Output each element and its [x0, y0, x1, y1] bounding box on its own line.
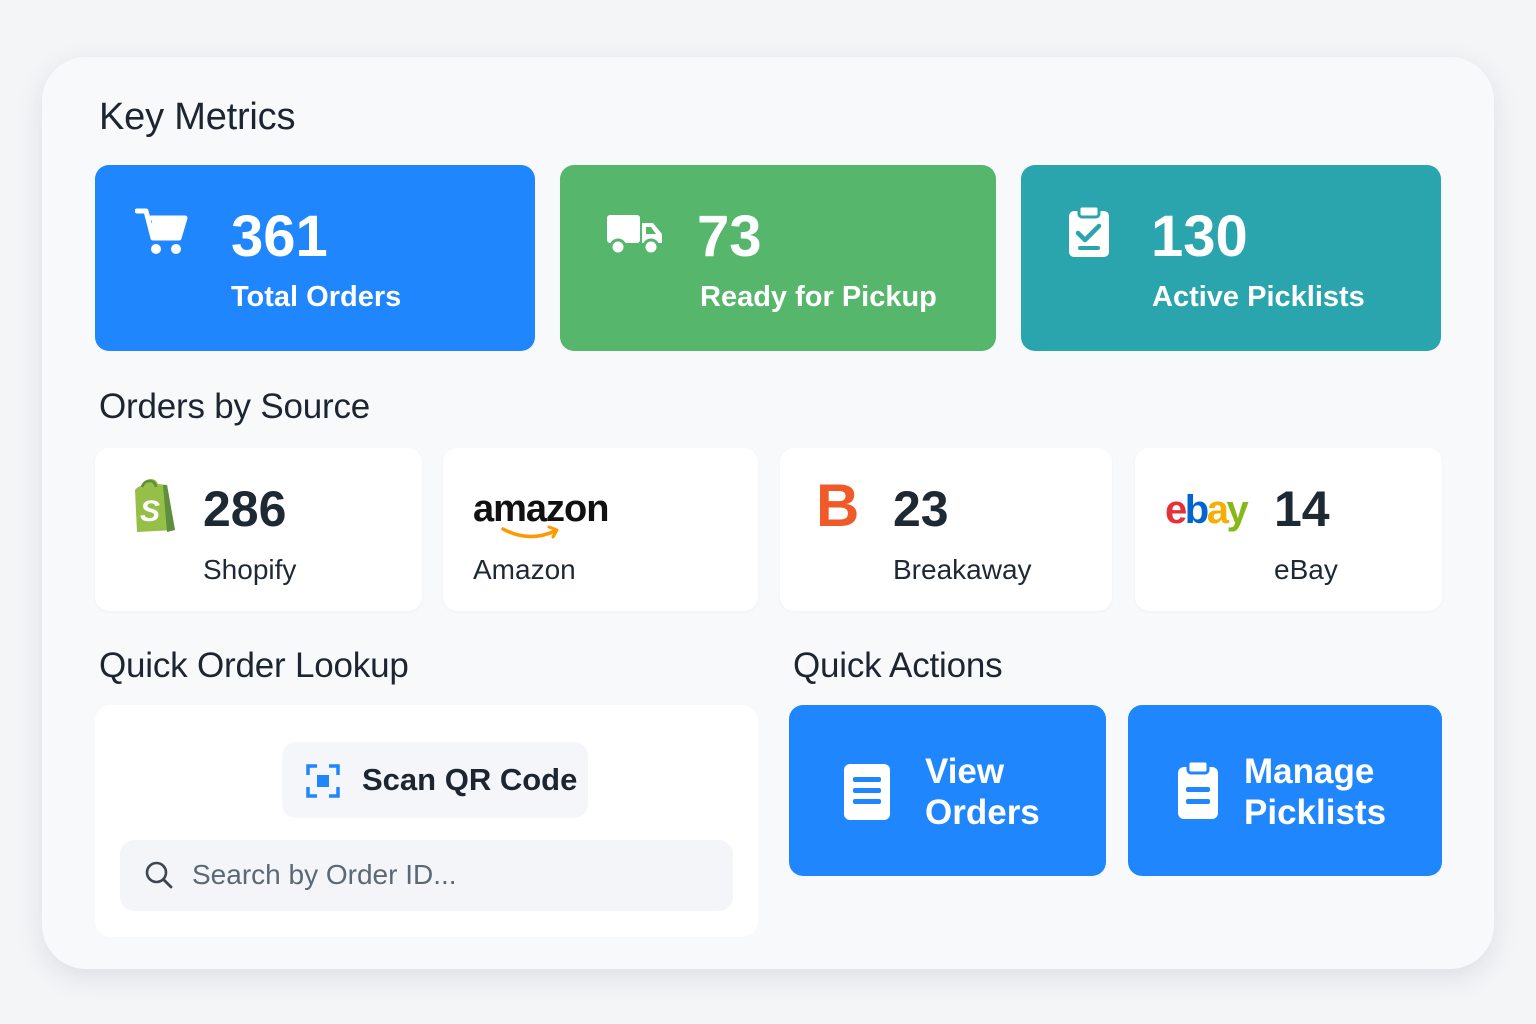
- shopify-count: 286: [203, 481, 287, 537]
- total-orders-label: Total Orders: [231, 281, 402, 313]
- total-orders-value: 361: [231, 204, 328, 269]
- clipboard-check-icon: [1069, 205, 1109, 257]
- order-search-box[interactable]: [120, 840, 733, 911]
- active-picklists-value: 130: [1151, 204, 1248, 269]
- truck-icon: [607, 215, 662, 256]
- quick-actions-title: Quick Actions: [793, 646, 1003, 685]
- shopify-label: Shopify: [203, 554, 297, 585]
- key-metrics-title: Key Metrics: [99, 96, 296, 138]
- svg-text:S: S: [140, 495, 160, 528]
- breakaway-label: Breakaway: [893, 554, 1032, 585]
- ready-for-pickup-label: Ready for Pickup: [700, 281, 937, 313]
- source-card-ebay[interactable]: ebay 14 eBay: [1135, 448, 1442, 611]
- qr-scan-icon: [306, 764, 340, 798]
- scan-qr-code-label: Scan QR Code: [362, 762, 578, 797]
- shopify-logo: S: [135, 479, 175, 532]
- quick-order-lookup-card: Scan QR Code: [95, 705, 758, 937]
- source-card-breakaway[interactable]: B 23 Breakaway: [780, 448, 1112, 611]
- order-id-search-input[interactable]: [192, 854, 712, 896]
- clipboard-icon: [1178, 759, 1218, 819]
- ebay-label: eBay: [1274, 554, 1338, 585]
- active-picklists-label: Active Picklists: [1152, 281, 1365, 313]
- metric-card-total-orders[interactable]: 361 Total Orders: [95, 165, 535, 351]
- ebay-logo: ebay: [1165, 488, 1249, 532]
- metric-card-active-picklists[interactable]: 130 Active Picklists: [1021, 165, 1441, 351]
- amazon-smile-icon: [501, 525, 559, 539]
- scan-qr-code-button[interactable]: Scan QR Code: [282, 742, 588, 818]
- source-card-amazon[interactable]: amazon Amazon: [443, 448, 758, 611]
- breakaway-logo: B: [816, 472, 860, 539]
- orders-by-source-title: Orders by Source: [99, 387, 371, 426]
- document-icon: [844, 764, 890, 820]
- cart-icon: [135, 208, 188, 254]
- quick-order-lookup-title: Quick Order Lookup: [99, 646, 409, 685]
- breakaway-count: 23: [893, 481, 949, 537]
- metric-card-ready-for-pickup[interactable]: 73 Ready for Pickup: [560, 165, 996, 351]
- source-card-shopify[interactable]: S 286 Shopify: [95, 448, 422, 611]
- ready-for-pickup-value: 73: [697, 204, 762, 269]
- manage-picklists-label: Manage Picklists: [1244, 752, 1387, 832]
- view-orders-button[interactable]: View Orders: [789, 705, 1106, 876]
- manage-picklists-button[interactable]: Manage Picklists: [1128, 705, 1442, 876]
- ebay-count: 14: [1274, 481, 1330, 537]
- search-icon: [145, 861, 173, 889]
- amazon-label: Amazon: [473, 554, 576, 585]
- view-orders-label: View Orders: [925, 752, 1040, 832]
